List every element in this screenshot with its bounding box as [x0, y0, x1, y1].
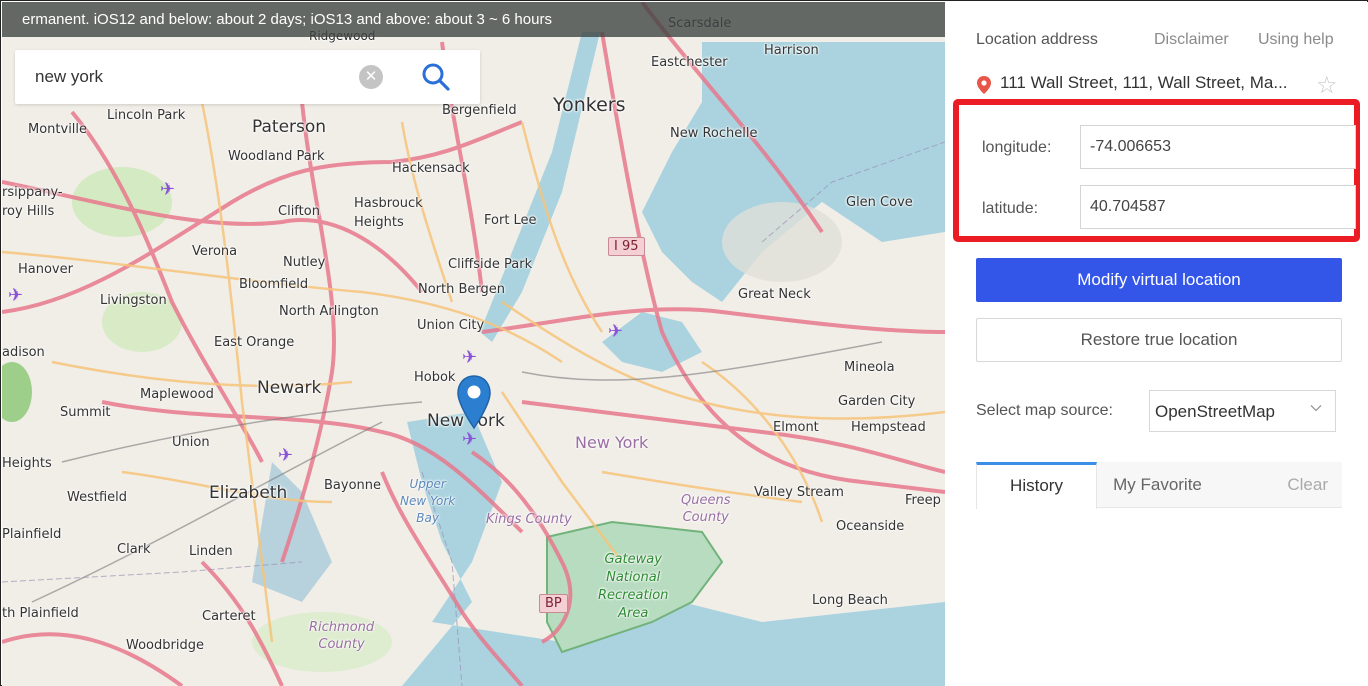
map-place-label: Great Neck [738, 287, 811, 302]
search-box: ✕ [15, 50, 480, 104]
map-place-label: Union City [417, 318, 485, 333]
map-place-label: Clark [117, 542, 151, 557]
map-place-label: Verona [192, 244, 238, 259]
clear-circle-icon[interactable]: ✕ [359, 65, 383, 89]
map-place-label: Maplewood [140, 387, 214, 402]
map-place-label: Woodbridge [126, 638, 204, 653]
airplane-icon: ✈ [278, 445, 294, 465]
map-source-label: Select map source: [976, 402, 1113, 419]
map-place-label: rsippany- [2, 185, 63, 200]
map-place-label: Freep [905, 493, 941, 508]
map-county-label: Queens County [681, 493, 731, 525]
map-water-label: Upper New York Bay [400, 477, 456, 525]
map-place-label: Nutley [283, 255, 326, 270]
map-place-label: Harrison [764, 43, 819, 58]
favorite-star-icon[interactable]: ☆ [1316, 71, 1338, 100]
tab-history[interactable]: History [976, 462, 1097, 509]
map-county-label: Kings County [486, 512, 572, 527]
map-source-value: OpenStreetMap [1155, 402, 1276, 421]
airplane-icon: ✈ [160, 179, 176, 199]
modify-virtual-location-button[interactable]: Modify virtual location [976, 258, 1342, 302]
map-place-label: Hanover [18, 262, 73, 277]
longitude-label: longitude: [982, 139, 1052, 156]
restore-true-location-button[interactable]: Restore true location [976, 318, 1342, 362]
map-place-label: Glen Cove [846, 195, 913, 210]
map-view[interactable]: Ridgewood Scarsdale Harrison Eastchester… [2, 2, 945, 686]
airplane-icon: ✈ [462, 429, 478, 449]
map-place-label: Hasbrouck Heights [354, 196, 423, 230]
map-place-label: Montville [28, 122, 88, 137]
map-place-label: Livingston [100, 293, 167, 308]
map-place-label: Hackensack [392, 161, 470, 176]
notice-banner: ermanent. iOS12 and below: about 2 days;… [2, 2, 945, 37]
chevron-down-icon [1310, 405, 1322, 412]
map-place-label: Clifton [278, 204, 320, 219]
map-county-label: Richmond County [309, 620, 375, 652]
map-place-label: East Orange [214, 335, 295, 350]
highway-shield-i95: I 95 [608, 237, 645, 256]
airplane-icon: ✈ [608, 321, 624, 341]
map-place-label: Summit [60, 405, 111, 420]
map-place-label: Plainfield [2, 527, 62, 542]
map-place-label: Hobok [414, 370, 456, 385]
map-place-label: Lincoln Park [107, 108, 186, 123]
map-place-label: th Plainfield [2, 606, 79, 621]
longitude-input[interactable] [1080, 125, 1356, 169]
location-pin-icon[interactable] [456, 374, 492, 430]
map-park-label: Gateway National Recreation Area [598, 552, 669, 621]
airplane-icon: ✈ [8, 285, 24, 305]
map-place-label: Union [172, 435, 210, 450]
map-place-label: Yonkers [553, 94, 626, 116]
coordinates-highlight-box: longitude: latitude: [953, 99, 1360, 242]
disclaimer-link[interactable]: Disclaimer [1154, 31, 1229, 49]
using-help-link[interactable]: Using help [1258, 31, 1334, 49]
map-place-label: Woodland Park [228, 149, 325, 164]
map-place-label: Newark [257, 378, 322, 398]
map-place-label: adison [2, 345, 45, 360]
map-place-label: North Bergen [418, 282, 506, 297]
settings-panel: Location address Disclaimer Using help 1… [945, 2, 1368, 686]
map-place-label: New Rochelle [670, 126, 758, 141]
search-input[interactable] [35, 62, 355, 92]
map-place-label: Garden City [838, 394, 916, 409]
map-place-label: Paterson [252, 117, 327, 137]
address-row: 111 Wall Street, 111, Wall Street, Ma...… [976, 71, 1346, 100]
map-place-label: Hempstead [851, 420, 926, 435]
map-place-label: Cliffside Park [448, 257, 533, 272]
map-marker-icon [977, 76, 991, 94]
magnifier-icon[interactable] [420, 61, 452, 93]
map-place-label: Bloomfield [239, 277, 309, 292]
highway-shield-bp: BP [539, 594, 568, 613]
map-place-label: Linden [189, 544, 233, 559]
location-address-label: Location address [976, 31, 1098, 48]
map-place-label: Bayonne [324, 478, 382, 493]
map-place-label: Oceanside [836, 519, 905, 534]
map-county-label: New York [575, 433, 649, 452]
map-place-label: Elizabeth [209, 483, 288, 503]
map-place-label: Mineola [844, 360, 895, 375]
current-address: 111 Wall Street, 111, Wall Street, Ma... [1000, 73, 1288, 92]
airplane-icon: ✈ [462, 347, 478, 367]
history-favorite-tabs: History My Favorite Clear [976, 462, 1342, 509]
map-place-label: Long Beach [812, 593, 888, 608]
tab-my-favorite[interactable]: My Favorite [1097, 462, 1218, 508]
map-place-label: roy Hills [2, 204, 55, 219]
map-place-label: Westfield [67, 490, 128, 505]
map-place-label: Eastchester [651, 55, 728, 70]
map-place-label: Valley Stream [754, 485, 844, 500]
map-place-label: North Arlington [279, 304, 379, 319]
app-window: Ridgewood Scarsdale Harrison Eastchester… [0, 0, 1368, 686]
panel-header: Location address Disclaimer Using help [976, 31, 1346, 53]
latitude-input[interactable] [1080, 185, 1356, 229]
map-place-label: Heights [2, 456, 52, 471]
map-place-label: Elmont [773, 420, 819, 435]
map-source-select[interactable]: OpenStreetMap [1149, 390, 1336, 432]
latitude-label: latitude: [982, 200, 1039, 217]
clear-history-button[interactable]: Clear [1287, 462, 1328, 508]
map-place-label: Carteret [202, 609, 256, 624]
map-place-label: Fort Lee [484, 213, 537, 228]
map-place-label: Bergenfield [442, 103, 517, 118]
